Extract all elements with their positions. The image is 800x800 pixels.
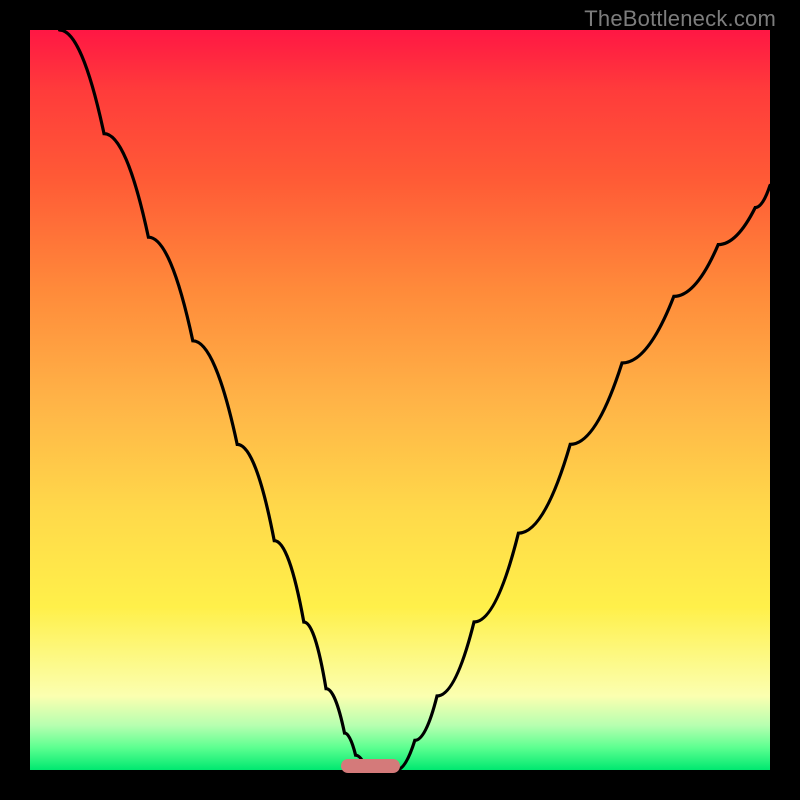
curve-layer [30, 30, 770, 770]
outer-frame: TheBottleneck.com [0, 0, 800, 800]
right-curve-path [396, 185, 770, 770]
watermark-text: TheBottleneck.com [584, 6, 776, 32]
notch-marker [341, 759, 400, 773]
plot-area [30, 30, 770, 770]
left-curve-path [60, 30, 367, 770]
